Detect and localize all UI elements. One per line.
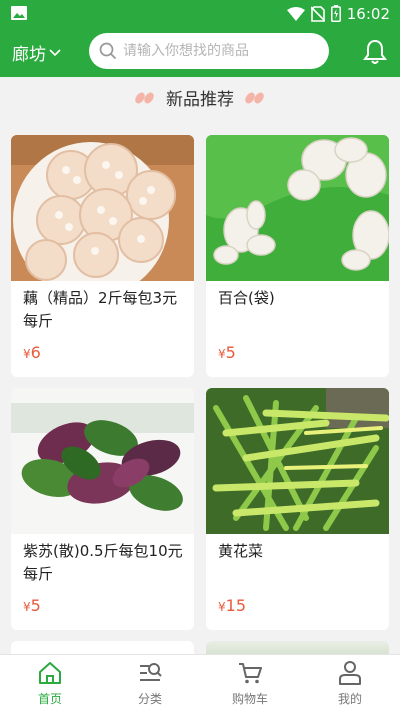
product-image [206, 135, 389, 281]
city-label: 廊坊 [12, 45, 46, 65]
product-name: 黄花菜 [218, 542, 264, 560]
product-price: ¥5 [218, 343, 236, 362]
tab-label: 分类 [137, 692, 162, 706]
currency-symbol: ¥ [218, 347, 226, 361]
product-image [11, 388, 194, 534]
battery-icon [330, 5, 341, 22]
home-icon [39, 662, 61, 684]
product-image [11, 135, 194, 281]
section-header: 新品推荐 [0, 77, 400, 117]
price-value: 5 [30, 596, 41, 615]
leaf-decoration-icon [245, 92, 264, 104]
product-name: 紫苏(散)0.5斤每包10元每斤 [23, 542, 183, 583]
no-sim-icon [310, 5, 325, 22]
product-name: 百合(袋) [218, 289, 275, 307]
price-value: 6 [30, 343, 41, 362]
product-price: ¥15 [218, 596, 246, 615]
cart-icon [239, 663, 262, 684]
product-price: ¥5 [23, 596, 41, 615]
bottom-tab-bar: 首页 分类 购物车 我的 [0, 654, 400, 711]
price-value: 15 [225, 596, 246, 615]
tab-label: 我的 [337, 692, 362, 706]
gallery-notification-icon [11, 6, 27, 20]
section-title: 新品推荐 [166, 89, 234, 110]
product-card[interactable]: 百合(袋) ¥5 [206, 135, 389, 377]
status-bar: 16:02 [0, 0, 400, 27]
chevron-down-icon [49, 48, 61, 56]
user-icon [339, 661, 361, 685]
tab-mine[interactable]: 我的 [300, 655, 400, 711]
currency-symbol: ¥ [23, 347, 31, 361]
tab-cart[interactable]: 购物车 [200, 655, 300, 711]
search-bar[interactable] [89, 33, 329, 69]
search-input[interactable] [123, 43, 318, 59]
product-card[interactable]: 藕（精品）2斤每包3元每斤 ¥6 [11, 135, 194, 377]
currency-symbol: ¥ [23, 600, 31, 614]
tab-label: 购物车 [231, 692, 268, 706]
leaf-decoration-icon [135, 92, 154, 104]
tab-home[interactable]: 首页 [0, 655, 100, 711]
tab-category[interactable]: 分类 [100, 655, 200, 711]
city-selector[interactable]: 廊坊 [12, 40, 61, 65]
currency-symbol: ¥ [218, 600, 226, 614]
tab-label: 首页 [37, 692, 62, 706]
product-card[interactable]: 紫苏(散)0.5斤每包10元每斤 ¥5 [11, 388, 194, 630]
product-name: 藕（精品）2斤每包3元每斤 [23, 289, 178, 330]
wifi-icon [286, 6, 305, 21]
search-icon [99, 42, 117, 60]
top-bar: 廊坊 [0, 27, 400, 77]
product-card[interactable]: 黄花菜 ¥15 [206, 388, 389, 630]
price-value: 5 [225, 343, 236, 362]
category-search-icon [140, 663, 162, 681]
bell-icon[interactable] [361, 38, 389, 66]
product-price: ¥6 [23, 343, 41, 362]
product-image [206, 388, 389, 534]
status-time: 16:02 [346, 4, 390, 23]
